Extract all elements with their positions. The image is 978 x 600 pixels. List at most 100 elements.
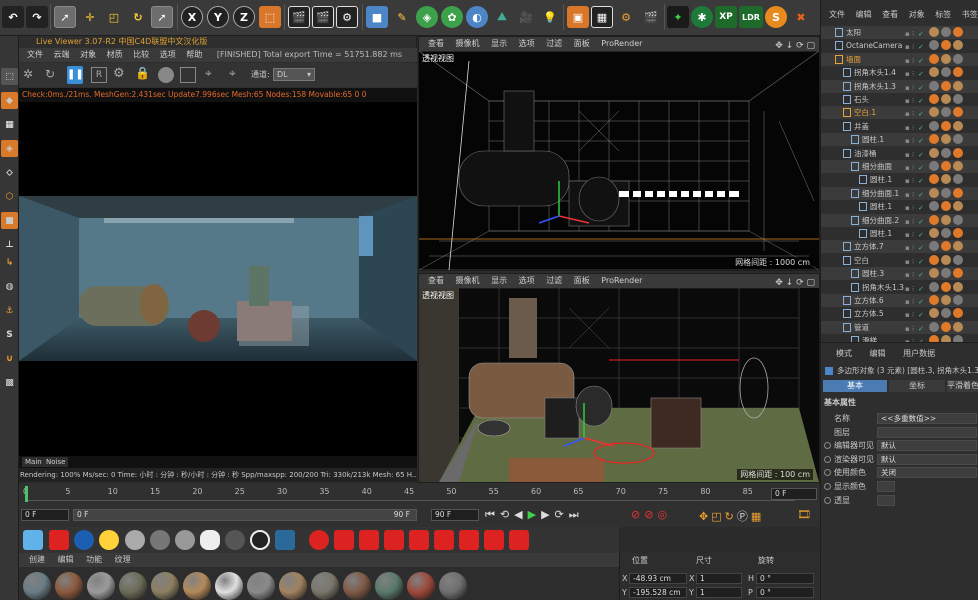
material-tag-icon[interactable] [929,174,939,185]
material-tag-icon[interactable] [929,295,939,305]
octane-red-2-icon[interactable] [334,530,354,550]
material-tag-icon[interactable] [941,321,951,332]
vp2-menu-filter[interactable]: 过滤 [546,276,562,285]
object-name[interactable]: 圆柱.1 [862,133,884,146]
tab-basic[interactable]: 基本 [823,380,887,392]
object-name[interactable]: 立方体.7 [854,240,884,253]
material-tag-icon[interactable] [941,268,951,279]
object-name[interactable]: 油漆桶 [854,147,877,160]
vp1-menu-filter[interactable]: 过滤 [546,39,562,48]
render-picture-viewer-icon[interactable]: 🎬 [312,6,334,28]
object-row[interactable]: 细分曲面 ▪ ⁝ ✓ [821,160,978,173]
at-menu-edit[interactable]: 编辑 [870,349,886,358]
om-menu-edit[interactable]: 编辑 [856,10,872,19]
rotation-p-field[interactable]: 0 ° [756,587,814,598]
key-position-icon[interactable]: ✥ [699,510,711,523]
deformer-icon[interactable]: ◐ [466,6,488,28]
next-frame-icon[interactable]: ▶ [541,508,554,521]
vp1-menu-panel[interactable]: 面板 [574,39,590,48]
object-row[interactable]: 拐角木头1.3 ▪ ⁝ ✓ [821,79,978,93]
material-tag-icon[interactable] [953,214,963,225]
vp2-menu-panel[interactable]: 面板 [574,276,590,285]
material-tag-icon[interactable] [929,254,939,265]
octane-red-4-icon[interactable] [384,530,404,550]
octane-red-1-icon[interactable] [309,530,329,550]
attribute-value[interactable]: 关闭 [877,467,977,479]
vp2-menu-camera[interactable]: 摄像机 [456,276,480,285]
attribute-value[interactable]: 默认 [877,453,977,465]
light-icon[interactable]: 💡 [539,6,561,28]
octane-material-specular-icon[interactable] [175,530,195,550]
tab-noise[interactable]: Noise [43,457,69,467]
plugin-green-icon[interactable]: ✦ [667,6,689,28]
material-tag-icon[interactable] [953,308,963,319]
timeline-window-icon[interactable]: 🎞 [797,508,811,521]
vp2-menu-display[interactable]: 显示 [491,276,507,285]
autokey-icon[interactable]: ⊘ [644,508,657,521]
object-name[interactable]: 太阳 [846,26,861,39]
vp1-menu-display[interactable]: 显示 [491,39,507,48]
next-key-icon[interactable]: ⟳ [555,508,569,521]
animate-radio-icon[interactable] [824,469,831,477]
object-name[interactable]: 圆柱.1 [870,173,892,186]
camera-icon[interactable]: 🎥 [515,6,537,28]
vp2-menu-prorender[interactable]: ProRender [601,276,642,285]
material-tag-icon[interactable] [953,120,963,131]
material-tag-icon[interactable] [929,80,939,91]
material-tag-icon[interactable] [941,120,951,131]
material-swatch[interactable] [151,572,179,600]
go-end-icon[interactable]: ⏭ [569,508,584,521]
object-row[interactable]: 圆柱.1 ▪ ⁝ ✓ [821,173,978,186]
start-frame-field[interactable]: 0 F [21,509,69,521]
record-icon[interactable]: ⊘ [631,508,644,521]
material-tag-icon[interactable] [941,147,951,158]
octane-material-glossy-icon[interactable] [150,530,170,550]
object-name[interactable]: 空白.1 [854,106,876,119]
lv-menu-cloud[interactable]: 云端 [54,50,70,59]
end-frame-field[interactable]: 90 F [431,509,479,521]
model-mode-icon[interactable]: ◆ [1,92,18,109]
render-settings-icon[interactable]: ⚙ [336,6,358,28]
polygons-mode-icon[interactable]: ■ [1,212,18,229]
object-row[interactable]: 空白 ▪ ⁝ ✓ [821,254,978,267]
rotate-tool-icon[interactable]: ↻ [127,6,149,28]
material-swatch[interactable] [407,572,435,600]
object-name[interactable]: 拐角木头1.4 [854,66,896,79]
material-swatch[interactable] [247,572,275,600]
material-tag-icon[interactable] [929,281,939,292]
material-tag-icon[interactable] [941,27,951,37]
octane-portal-icon[interactable] [250,530,270,550]
material-tag-icon[interactable] [953,201,963,212]
channel-select[interactable]: DL ▾ [273,68,315,81]
redo-icon[interactable]: ↷ [26,6,48,28]
material-tag-icon[interactable] [953,27,963,37]
lv-menu-objects[interactable]: 对象 [80,50,96,59]
object-name[interactable]: 石头 [854,93,869,106]
vp2-menu-options[interactable]: 选项 [519,276,535,285]
restart-render-icon[interactable]: ↻ [45,67,61,83]
move-tool-icon[interactable]: ✛ [79,6,101,28]
object-row[interactable]: 井盖 ▪ ⁝ ✓ [821,120,978,133]
material-tag-icon[interactable] [953,147,963,158]
octane-hex-icon[interactable] [275,530,295,550]
material-tag-icon[interactable] [941,254,951,265]
rotation-h-field[interactable]: 0 ° [756,573,814,584]
s-plugin-icon[interactable]: S [765,6,787,28]
keyframe-selection-icon[interactable]: ◎ [657,508,671,521]
material-tag-icon[interactable] [953,40,963,51]
object-name[interactable]: 圆柱.1 [870,200,892,213]
material-swatch[interactable] [119,572,147,600]
material-swatch[interactable] [87,572,115,600]
attribute-value[interactable]: <<多重数值>> [877,413,977,424]
key-parameter-icon[interactable]: Ⓟ [737,510,751,523]
material-tag-icon[interactable] [941,80,951,91]
material-tag-icon[interactable] [953,187,963,198]
paint-icon[interactable]: ◍ [1,278,18,295]
material-tag-icon[interactable] [929,268,939,279]
material-swatch[interactable] [215,572,243,600]
prev-frame-icon[interactable]: ◀ [514,508,527,521]
workplane-lock-icon[interactable]: ⚓ [1,302,18,319]
material-tag-icon[interactable] [953,241,963,252]
octane-daylight-icon[interactable] [74,530,94,550]
object-name[interactable]: 立方体.5 [854,307,884,320]
